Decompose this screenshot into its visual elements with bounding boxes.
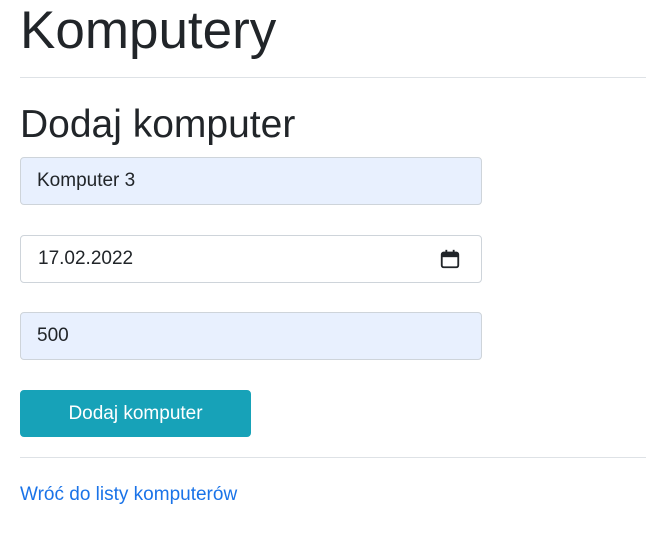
bottom-divider: [20, 457, 646, 458]
calendar-icon[interactable]: [439, 248, 461, 270]
top-divider: [20, 77, 646, 78]
add-computer-button[interactable]: Dodaj komputer: [20, 390, 251, 437]
date-value: 17.02.2022: [38, 248, 134, 269]
price-input[interactable]: [20, 312, 482, 360]
back-to-list-link[interactable]: Wróć do listy komputerów: [20, 483, 237, 507]
computer-name-input[interactable]: [20, 157, 482, 205]
form-heading: Dodaj komputer: [20, 103, 296, 146]
page-title: Komputery: [20, 1, 277, 60]
purchase-date-input[interactable]: 17.02.2022: [20, 235, 482, 283]
page: Komputery Dodaj komputer 17.02.2022 Doda…: [0, 0, 646, 545]
